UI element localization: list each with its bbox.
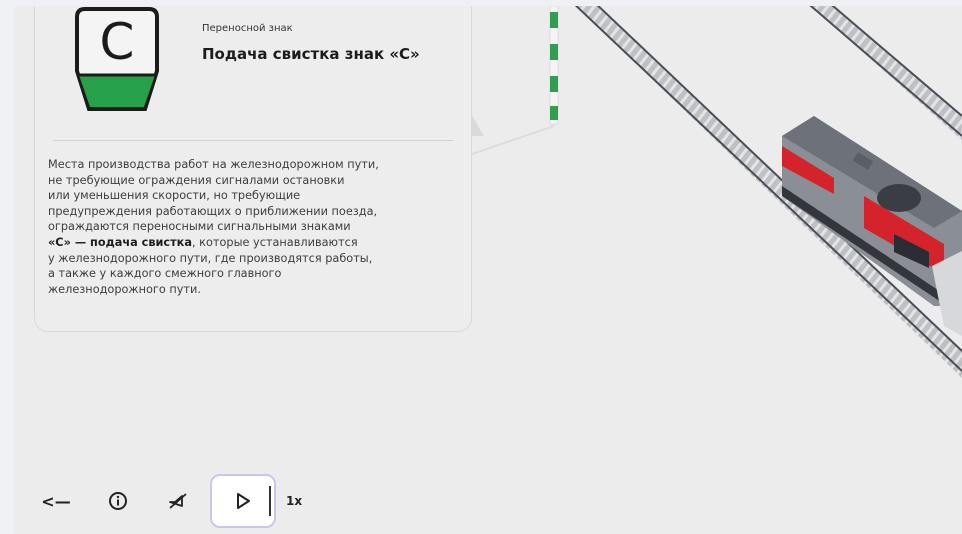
text-line: или уменьшения скорости, но требующие [48,189,301,203]
info-card: ↗ С Переносной знак Подача свистка знак … [34,6,472,332]
card-title: Подача свистка знак «С» [202,45,420,63]
card-divider [53,140,453,141]
text-line: железнодорожного пути. [48,282,201,296]
text-line: Места производства работ на железнодорож… [48,158,379,171]
info-icon [109,492,127,510]
info-button[interactable] [98,474,138,528]
toolbar-separator [269,486,271,516]
signal-pole [549,6,559,125]
text-line: «С» — подача свистка, которые устанавлив… [48,235,458,251]
sign-letter: С [99,13,135,71]
text-after-bold: , которые устанавливаются [191,235,358,249]
text-line: ограждаются переносными сигнальными знак… [48,220,351,234]
play-icon [237,493,250,509]
whistle-sign-icon: С [73,6,161,113]
sound-off-icon [169,493,187,509]
text-line: не требующие ограждения сигналами остано… [48,173,345,187]
text-bold: «С» — подача свистка [48,235,192,249]
text-line: у железнодорожного пути, где производятс… [48,251,373,265]
app-window: ↗ С Переносной знак Подача свистка знак … [14,6,962,534]
mute-button[interactable] [158,474,198,528]
back-arrow-icon: <— [41,491,71,511]
play-button[interactable] [210,474,276,528]
text-line: предупреждения работающих о приближении … [48,204,378,218]
text-line: а также у каждого смежного главного [48,267,282,281]
player-toolbar: <— 1x [36,474,336,528]
card-description: Места производства работ на железнодорож… [48,157,458,297]
speed-button[interactable]: 1x [286,474,302,528]
back-button[interactable]: <— [36,474,76,528]
card-subtitle: Переносной знак [202,23,293,34]
